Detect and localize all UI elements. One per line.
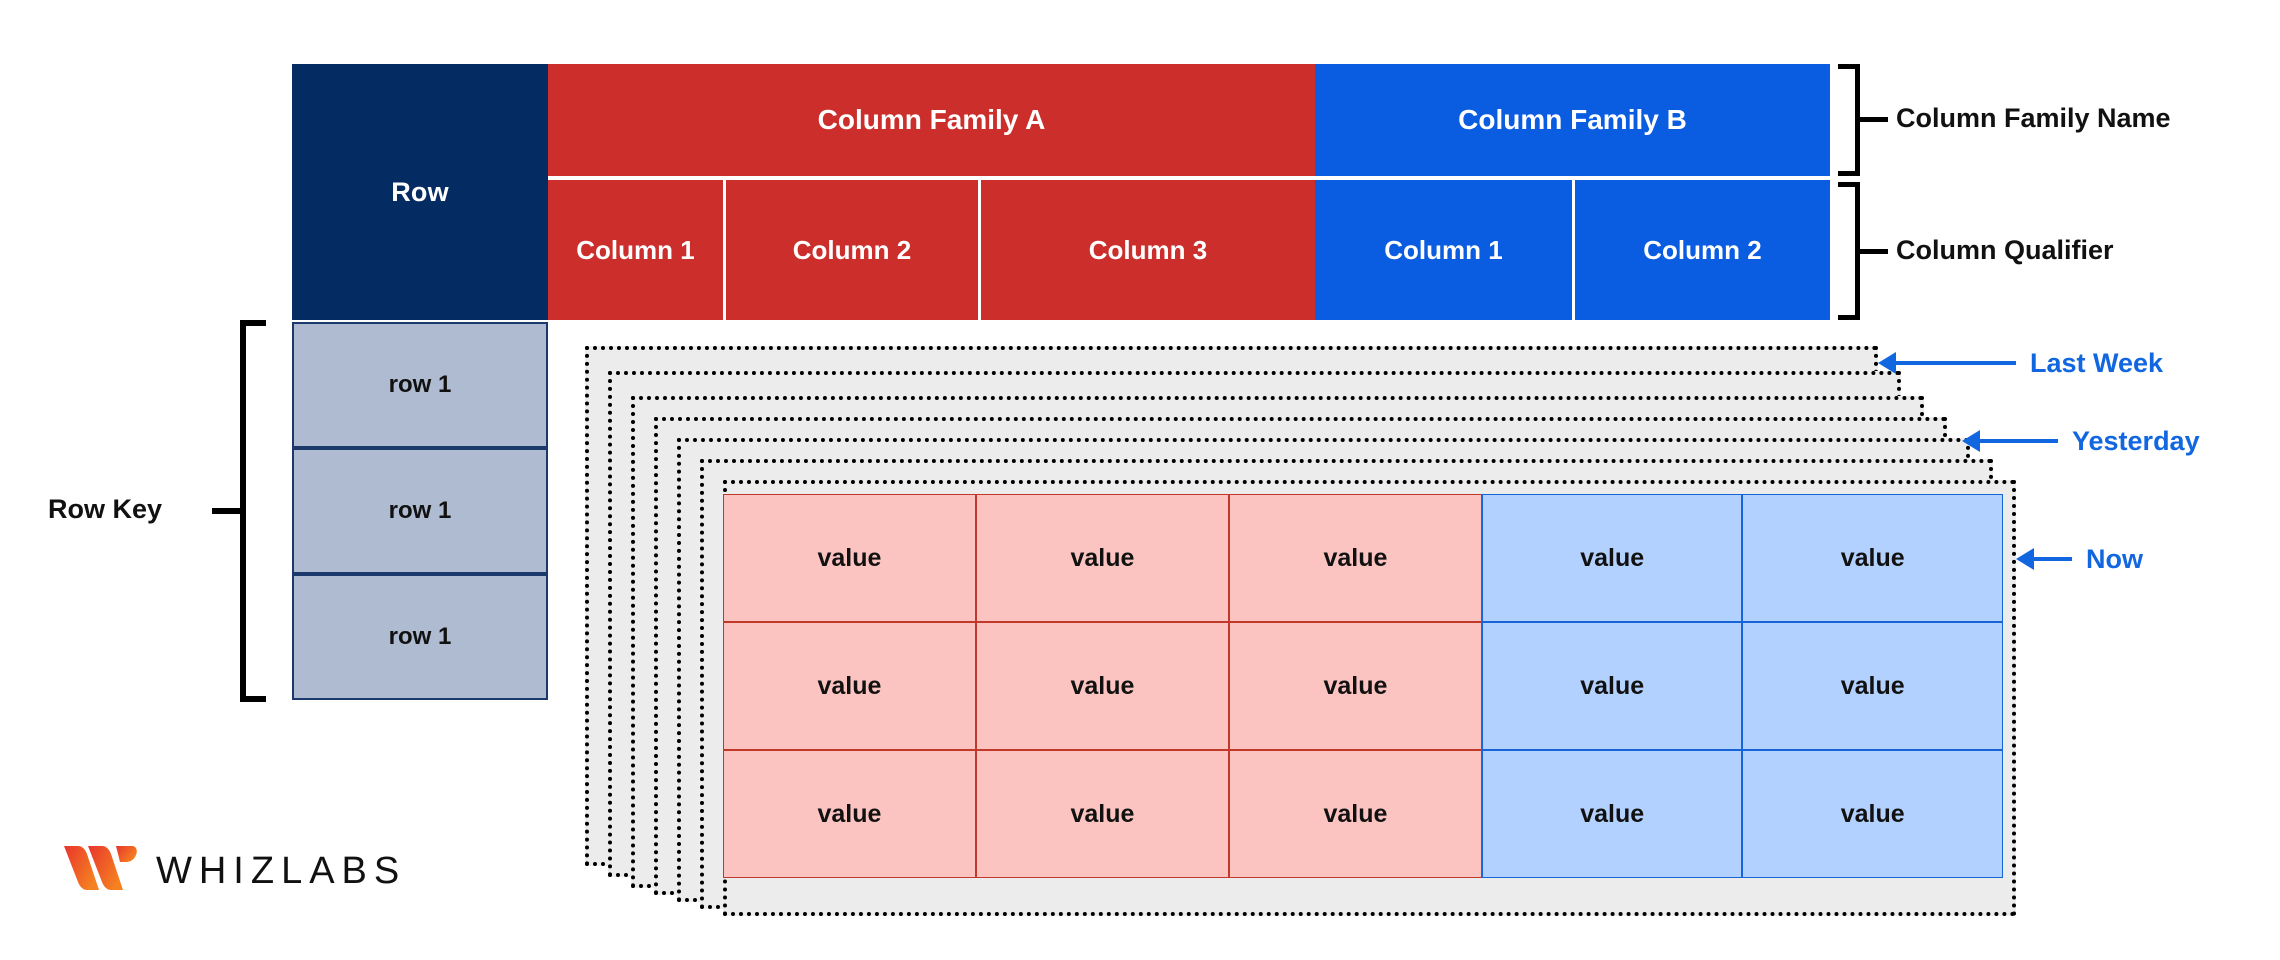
bracket-row-key <box>240 320 266 702</box>
value-cell: value <box>1228 622 1482 750</box>
value-cell: value <box>975 750 1229 878</box>
arrow-line-now <box>2034 557 2072 561</box>
column-qualifier-b2: Column 2 <box>1575 180 1830 320</box>
value-text: value <box>817 671 882 700</box>
column-qualifier-a1: Column 1 <box>548 180 726 320</box>
column-qualifier-a2-label: Column 2 <box>792 234 912 265</box>
value-text: value <box>1840 799 1905 828</box>
whizlabs-wordmark: WHIZLABS <box>156 850 407 892</box>
value-cell: value <box>975 622 1229 750</box>
value-cell: value <box>1228 750 1482 878</box>
row-key-label-3: row 1 <box>388 623 452 650</box>
column-qualifier-b1: Column 1 <box>1315 180 1575 320</box>
label-column-family-name: Column Family Name <box>1896 103 2171 133</box>
row-key-cell-3: row 1 <box>292 574 548 700</box>
column-family-a-header: Column Family A <box>548 64 1315 176</box>
value-cell: value <box>723 494 976 622</box>
value-cell: value <box>1481 622 1743 750</box>
label-last-week: Last Week <box>2030 348 2164 378</box>
arrow-line-last-week <box>1896 361 2016 365</box>
value-cell: value <box>1481 750 1743 878</box>
arrow-head-last-week <box>1878 352 1896 374</box>
diagram-canvas: Row Column Family A Column Family B Colu… <box>0 0 2280 960</box>
column-qualifier-a1-label: Column 1 <box>576 234 695 265</box>
value-text: value <box>1580 799 1645 828</box>
arrow-head-now <box>2016 548 2034 570</box>
value-text: value <box>817 799 882 828</box>
value-text: value <box>1070 671 1135 700</box>
value-cell: value <box>975 494 1229 622</box>
row-key-cell-1: row 1 <box>292 322 548 448</box>
column-family-b-label: Column Family B <box>1458 104 1687 135</box>
column-family-a-label: Column Family A <box>817 104 1046 135</box>
label-yesterday: Yesterday <box>2072 426 2200 456</box>
column-qualifier-b2-label: Column 2 <box>1643 234 1762 265</box>
arrow-head-yesterday <box>1962 430 1980 452</box>
label-column-qualifier: Column Qualifier <box>1896 235 2114 265</box>
value-cell: value <box>1742 750 2003 878</box>
value-text: value <box>1323 543 1388 572</box>
bracket-tick-column-family-name <box>1860 117 1888 122</box>
value-text: value <box>1323 671 1388 700</box>
whizlabs-mark-icon <box>62 842 138 901</box>
bracket-column-family-name <box>1838 64 1860 176</box>
value-text: value <box>1070 543 1135 572</box>
label-now: Now <box>2086 544 2143 574</box>
value-cell: value <box>1228 494 1482 622</box>
value-text: value <box>1840 671 1905 700</box>
value-cell: value <box>723 622 976 750</box>
value-text: value <box>1323 799 1388 828</box>
bracket-tick-row-key <box>212 508 242 514</box>
column-qualifier-a2: Column 2 <box>726 180 981 320</box>
whizlabs-logo: WHIZLABS <box>62 842 406 901</box>
value-cell: value <box>1742 494 2003 622</box>
header-row-label: Row <box>391 176 449 207</box>
bracket-tick-column-qualifier <box>1860 249 1888 254</box>
value-cell: value <box>723 750 976 878</box>
value-text: value <box>1580 543 1645 572</box>
value-text: value <box>1580 671 1645 700</box>
row-key-label-2: row 1 <box>388 497 452 524</box>
header-row-cell: Row <box>292 64 548 320</box>
label-row-key: Row Key <box>48 494 163 524</box>
value-text: value <box>1840 543 1905 572</box>
column-qualifier-a3-label: Column 3 <box>1088 234 1208 265</box>
bracket-column-qualifier <box>1838 182 1860 320</box>
column-qualifier-a3: Column 3 <box>981 180 1315 320</box>
value-cell: value <box>1742 622 2003 750</box>
row-key-label-1: row 1 <box>388 371 452 398</box>
value-grid: value value value value value value valu… <box>723 494 2003 878</box>
row-key-cell-2: row 1 <box>292 448 548 574</box>
value-text: value <box>1070 799 1135 828</box>
arrow-line-yesterday <box>1980 439 2058 443</box>
column-qualifier-b1-label: Column 1 <box>1384 234 1503 265</box>
column-family-b-header: Column Family B <box>1315 64 1830 176</box>
value-text: value <box>817 543 882 572</box>
value-cell: value <box>1481 494 1743 622</box>
